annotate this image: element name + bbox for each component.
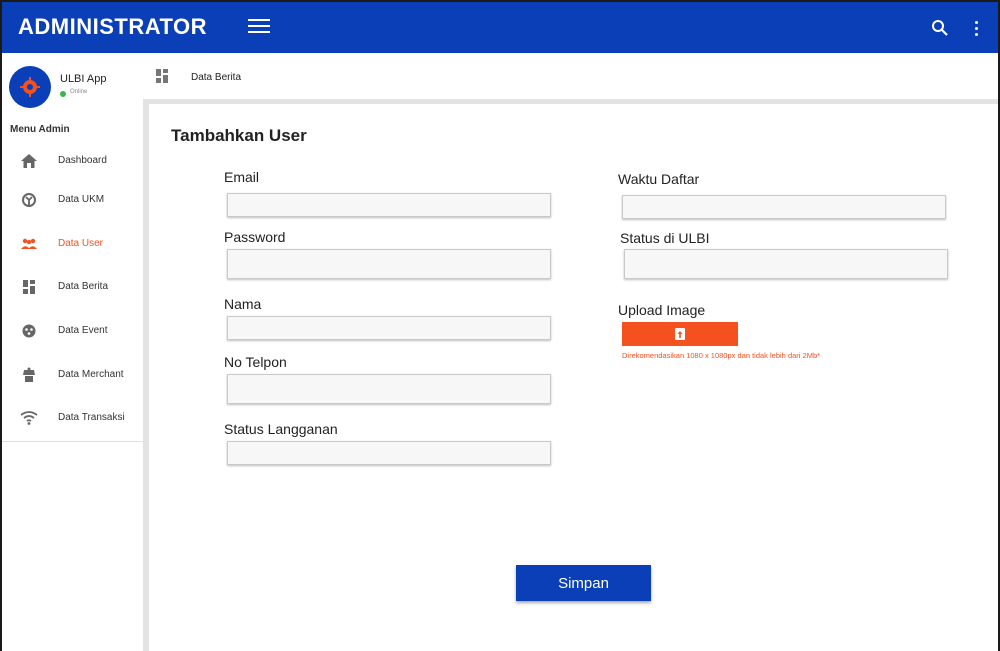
sidebar-divider — [2, 441, 143, 442]
nama-label: Nama — [224, 296, 262, 312]
sidebar-item-label: Data Event — [58, 325, 108, 336]
dashboard-grid-icon — [156, 69, 168, 83]
email-field[interactable] — [227, 193, 551, 217]
sidebar-item-data-transaksi[interactable]: Data Transaksi — [2, 398, 143, 438]
sidebar-item-data-merchant[interactable]: Data Merchant — [2, 355, 143, 395]
online-status-dot — [60, 91, 66, 97]
upload-image-label: Upload Image — [618, 302, 706, 318]
save-button[interactable]: Simpan — [516, 565, 651, 601]
search-button[interactable] — [930, 18, 950, 38]
search-icon — [932, 20, 948, 36]
sidebar-item-data-event[interactable]: Data Event — [2, 311, 143, 351]
sidebar-item-dashboard[interactable]: Dashboard — [2, 141, 143, 181]
sidebar-item-label: Data Berita — [58, 281, 109, 292]
waktu-daftar-label: Waktu Daftar — [618, 171, 700, 187]
menu-heading: Menu Admin — [10, 124, 70, 135]
sidebar-item-data-berita[interactable]: Data Berita — [2, 267, 143, 307]
breadcrumb: Data Berita — [143, 53, 998, 99]
upload-image-button[interactable] — [622, 322, 738, 346]
app-name: ULBI App — [60, 73, 107, 85]
sidebar-item-data-user[interactable]: Data User — [2, 224, 143, 264]
status-langganan-label: Status Langganan — [224, 421, 338, 437]
more-vert-icon — [970, 18, 982, 36]
no-telpon-label: No Telpon — [224, 354, 287, 370]
breadcrumb-label: Data Berita — [191, 72, 242, 83]
menu-toggle-button[interactable] — [248, 19, 270, 35]
users-icon — [21, 238, 37, 249]
waktu-daftar-field[interactable] — [622, 195, 946, 219]
ukm-icon — [22, 193, 36, 207]
avatar — [9, 66, 51, 108]
sidebar-item-data-ukm[interactable]: Data UKM — [2, 180, 143, 220]
sidebar-item-label: Data Merchant — [58, 369, 124, 380]
status-langganan-field[interactable] — [227, 441, 551, 465]
merchant-icon — [23, 367, 35, 382]
email-label: Email — [224, 169, 260, 185]
online-status-text: Online — [70, 89, 88, 95]
app-logo-icon — [20, 77, 40, 97]
sidebar-item-label: Data Transaksi — [58, 412, 125, 423]
top-app-bar: ADMINISTRATOR — [2, 2, 998, 53]
nama-field[interactable] — [227, 316, 551, 340]
app-window: ADMINISTRATOR ULBI App Online Menu Admin… — [2, 2, 998, 651]
no-telpon-field[interactable] — [227, 374, 551, 404]
hamburger-line — [248, 31, 270, 33]
sidebar: ULBI App Online Menu Admin Dashboard Dat… — [2, 53, 143, 651]
dashboard-grid-icon — [23, 280, 35, 294]
status-ulbi-label: Status di ULBI — [620, 230, 710, 246]
wifi-icon — [20, 411, 38, 425]
app-title: ADMINISTRATOR — [18, 14, 208, 39]
sidebar-item-label: Dashboard — [58, 155, 107, 166]
page-title: Tambahkan User — [171, 126, 307, 145]
profile-section: ULBI App Online — [2, 53, 143, 115]
home-icon — [21, 154, 37, 168]
password-label: Password — [224, 229, 286, 245]
upload-icon — [675, 328, 685, 340]
upload-hint: Direkomendasikan 1080 x 1080px dan tidak… — [622, 351, 821, 360]
status-ulbi-field[interactable] — [624, 249, 948, 279]
sidebar-item-label: Data User — [58, 238, 104, 249]
form-card: Tambahkan User Email Password Nama No Te… — [149, 104, 998, 651]
content-area: Tambahkan User Email Password Nama No Te… — [143, 99, 998, 651]
sidebar-item-label: Data UKM — [58, 194, 105, 205]
hamburger-line — [248, 25, 270, 27]
event-icon — [22, 324, 36, 338]
hamburger-icon — [248, 19, 270, 21]
password-field[interactable] — [227, 249, 551, 279]
more-options-button[interactable] — [970, 18, 982, 38]
